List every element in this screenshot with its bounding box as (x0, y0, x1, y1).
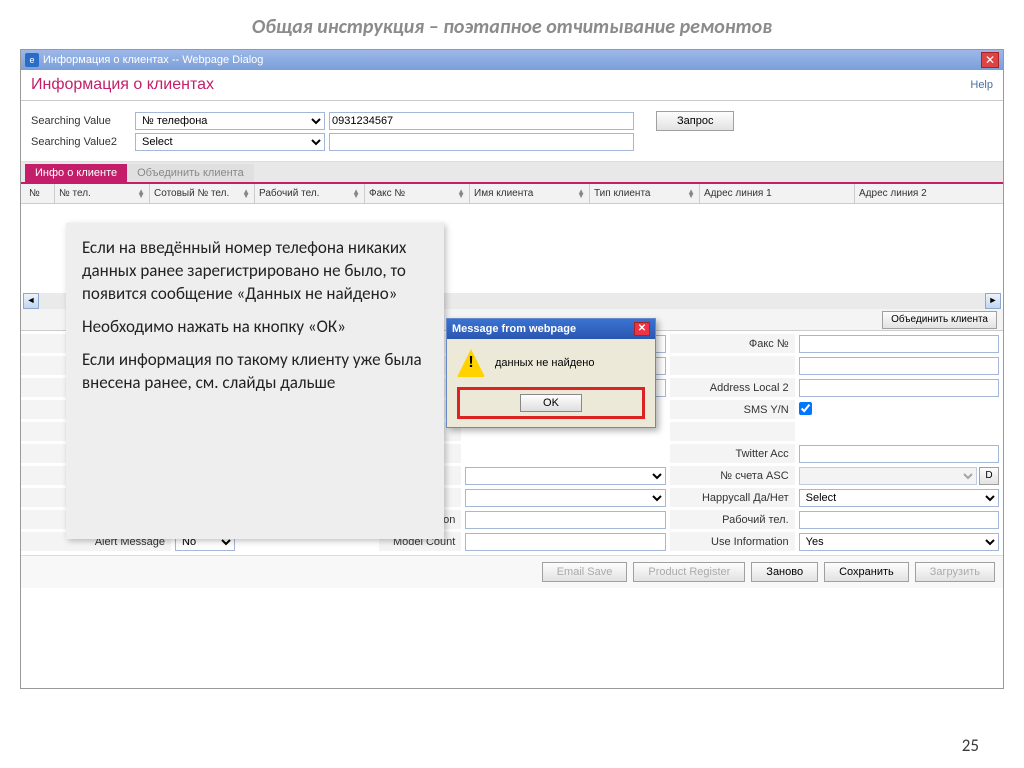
use-info-select[interactable]: Yes (799, 533, 999, 551)
label-sms: SMS Y/N (670, 400, 795, 420)
reset-button[interactable]: Заново (751, 562, 818, 582)
col-client-type[interactable]: Тип клиента▲▼ (590, 184, 700, 203)
field-2c[interactable] (799, 357, 999, 375)
page-number: 25 (962, 735, 979, 756)
addr-local2-field[interactable] (799, 379, 999, 397)
label-work-phone: Рабочий тел. (670, 510, 795, 530)
position-field[interactable] (465, 511, 665, 529)
twitter-field[interactable] (799, 445, 999, 463)
label-addr-local2: Address Local 2 (670, 378, 795, 398)
col-addr2[interactable]: Адрес линия 2 (855, 184, 999, 203)
label-fax: Факс № (670, 334, 795, 354)
col-num[interactable]: № (25, 184, 55, 203)
message-title: Message from webpage (452, 323, 576, 335)
ie-icon: e (25, 53, 39, 67)
asc-account-select (799, 467, 977, 485)
sort-icon[interactable]: ▲▼ (577, 190, 585, 198)
col-fax[interactable]: Факс №▲▼ (365, 184, 470, 203)
message-dialog: Message from webpage ✕ ! данных не найде… (446, 318, 656, 428)
help-link[interactable]: Help (970, 79, 993, 91)
note-p3: Если информация по такому клиенту уже бы… (82, 349, 428, 395)
warning-icon: ! (457, 349, 485, 377)
message-titlebar: Message from webpage ✕ (447, 319, 655, 339)
search-label-2: Searching Value2 (31, 136, 131, 148)
label-asc-account: № счета ASC (670, 466, 795, 486)
instruction-note: Если на введённый номер телефона никаких… (66, 223, 444, 539)
col-phone[interactable]: № тел.▲▼ (55, 184, 150, 203)
label-twitter: Twitter Acc (670, 444, 795, 464)
window-close-button[interactable]: ✕ (981, 52, 999, 68)
model-count-field[interactable] (465, 533, 665, 551)
search-input-1[interactable] (329, 112, 634, 130)
window-title: Информация о клиентах -- Webpage Dialog (43, 54, 263, 66)
tabs-row: Инфо о клиенте Объединить клиента (21, 162, 1003, 184)
ok-button[interactable]: OK (520, 394, 582, 412)
email-save-button: Email Save (542, 562, 628, 582)
merge-client-button[interactable]: Объединить клиента (882, 311, 997, 329)
label-use-info: Use Information (670, 532, 795, 552)
col-work-phone[interactable]: Рабочий тел.▲▼ (255, 184, 365, 203)
bottom-buttons: Email Save Product Register Заново Сохра… (21, 555, 1003, 588)
field-7b[interactable] (465, 467, 665, 485)
sms-checkbox[interactable] (799, 402, 812, 415)
tab-client-info[interactable]: Инфо о клиенте (25, 164, 127, 182)
search-area: Searching Value № телефона Запрос Search… (21, 101, 1003, 162)
search-select-1[interactable]: № телефона (135, 112, 325, 130)
note-p2: Необходимо нажать на кнопку «ОК» (82, 316, 428, 339)
work-phone-field[interactable] (799, 511, 999, 529)
page-title: Информация о клиентах (31, 76, 214, 94)
message-ok-highlight: OK (457, 387, 645, 419)
scroll-left-icon[interactable]: ◄ (23, 293, 39, 309)
tab-merge-client[interactable]: Объединить клиента (127, 164, 254, 182)
sort-icon[interactable]: ▲▼ (457, 190, 465, 198)
sort-icon[interactable]: ▲▼ (137, 190, 145, 198)
message-close-button[interactable]: ✕ (634, 322, 650, 336)
scroll-right-icon[interactable]: ► (985, 293, 1001, 309)
grid-header: № № тел.▲▼ Сотовый № тел.▲▼ Рабочий тел.… (21, 184, 1003, 204)
sort-icon[interactable]: ▲▼ (687, 190, 695, 198)
label-happycall: Happycall Да/Нет (670, 488, 795, 508)
query-button[interactable]: Запрос (656, 111, 734, 131)
happycall-select[interactable]: Select (799, 489, 999, 507)
sort-icon[interactable]: ▲▼ (242, 190, 250, 198)
search-select-2[interactable]: Select (135, 133, 325, 151)
search-label-1: Searching Value (31, 115, 131, 127)
slide-title: Общая инструкция – поэтапное отчитывание… (0, 0, 1024, 49)
fax-field[interactable] (799, 335, 999, 353)
window-titlebar: e Информация о клиентах -- Webpage Dialo… (21, 50, 1003, 70)
search-input-2[interactable] (329, 133, 634, 151)
col-addr1[interactable]: Адрес линия 1 (700, 184, 855, 203)
sort-icon[interactable]: ▲▼ (352, 190, 360, 198)
message-text: данных не найдено (495, 357, 594, 369)
save-button[interactable]: Сохранить (824, 562, 909, 582)
product-register-button: Product Register (633, 562, 745, 582)
load-button: Загрузить (915, 562, 995, 582)
field-8b[interactable] (465, 489, 665, 507)
d-button[interactable]: D (979, 467, 999, 485)
page-header: Информация о клиентах Help (21, 70, 1003, 101)
col-client-name[interactable]: Имя клиента▲▼ (470, 184, 590, 203)
note-p1: Если на введённый номер телефона никаких… (82, 237, 428, 306)
col-mobile[interactable]: Сотовый № тел.▲▼ (150, 184, 255, 203)
